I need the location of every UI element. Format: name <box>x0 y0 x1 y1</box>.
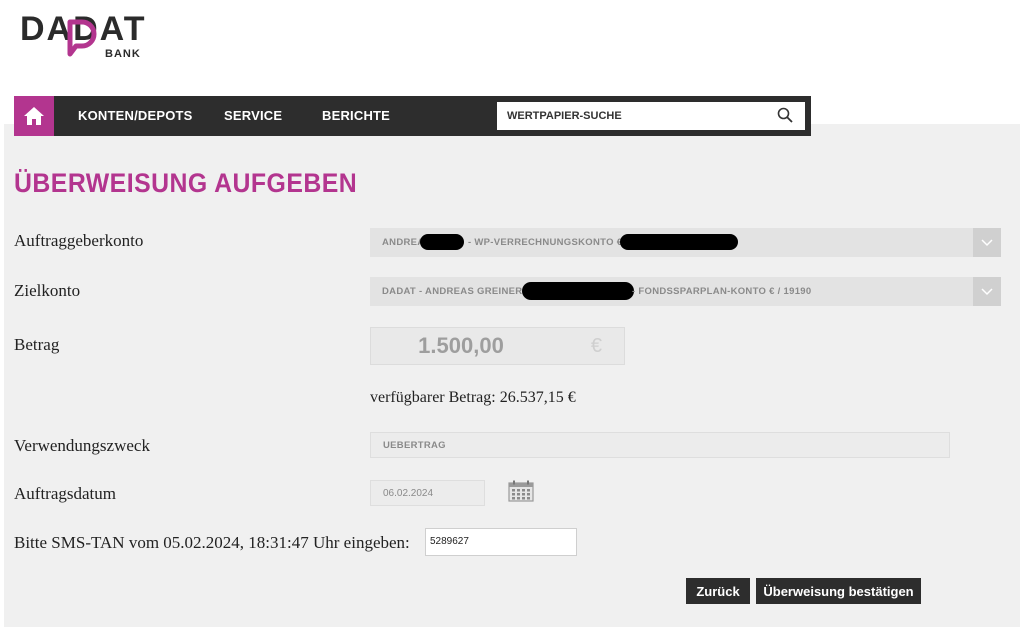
logo-speech-bubble-icon <box>67 19 97 57</box>
redaction-mark <box>620 234 738 250</box>
sms-tan-input[interactable]: 5289627 <box>425 528 577 556</box>
zielkonto-label: Zielkonto <box>14 281 81 300</box>
chevron-down-icon <box>981 287 993 295</box>
auftraggeberkonto-select[interactable]: ANDREAS - WP-VERRECHNUNGSKONTO € - A <box>370 228 1001 257</box>
betrag-label: Betrag <box>14 335 60 354</box>
zielkonto-value-b: - FONDSSPARPLAN-KONTO € / 19190 <box>632 286 812 297</box>
back-button[interactable]: Zurück <box>686 578 750 604</box>
nav-item-service[interactable]: SERVICE <box>224 96 282 136</box>
betrag-input[interactable]: 1.500,00 € <box>370 327 625 365</box>
page-title: ÜBERWEISUNG AUFGEBEN <box>14 168 358 198</box>
betrag-currency: € <box>590 335 602 357</box>
redaction-mark <box>420 234 464 250</box>
wertpapier-search <box>496 101 806 131</box>
available-amount: verfügbarer Betrag: 26.537,15 € <box>370 389 576 406</box>
verwendungszweck-input[interactable]: UEBERTRAG <box>370 432 950 458</box>
auftragsdatum-input[interactable]: 06.02.2024 <box>370 480 485 506</box>
auftraggeberkonto-value-b: - WP-VERRECHNUNGSKONTO € - A <box>468 237 639 248</box>
zielkonto-dropdown-button[interactable] <box>973 277 1001 306</box>
wertpapier-search-input[interactable] <box>505 103 759 129</box>
sms-tan-label: Bitte SMS-TAN vom 05.02.2024, 18:31:47 U… <box>14 533 410 552</box>
confirm-transfer-button[interactable]: Überweisung bestätigen <box>756 578 921 604</box>
main-navigation: KONTEN/DEPOTS SERVICE BERICHTE <box>14 96 811 136</box>
home-icon <box>24 107 44 125</box>
betrag-value: 1.500,00 <box>418 333 504 358</box>
auftraggeberkonto-dropdown-button[interactable] <box>973 228 1001 257</box>
redaction-mark <box>522 282 634 300</box>
verwendungszweck-label: Verwendungszweck <box>14 436 150 455</box>
dadat-bank-logo[interactable]: DADAT BANK <box>20 12 160 62</box>
home-button[interactable] <box>14 96 54 136</box>
zielkonto-value-a: DADAT - ANDREAS GREINER - AT <box>382 286 544 297</box>
logo-subtitle: BANK <box>105 48 141 60</box>
auftraggeberkonto-label: Auftraggeberkonto <box>14 231 144 250</box>
zielkonto-select[interactable]: DADAT - ANDREAS GREINER - AT - FONDSSPAR… <box>370 277 1001 306</box>
nav-item-konten-depots[interactable]: KONTEN/DEPOTS <box>78 96 193 136</box>
calendar-icon[interactable] <box>508 480 534 502</box>
nav-item-berichte[interactable]: BERICHTE <box>322 96 390 136</box>
chevron-down-icon <box>981 238 993 246</box>
auftragsdatum-label: Auftragsdatum <box>14 484 116 503</box>
search-icon[interactable] <box>777 107 793 123</box>
